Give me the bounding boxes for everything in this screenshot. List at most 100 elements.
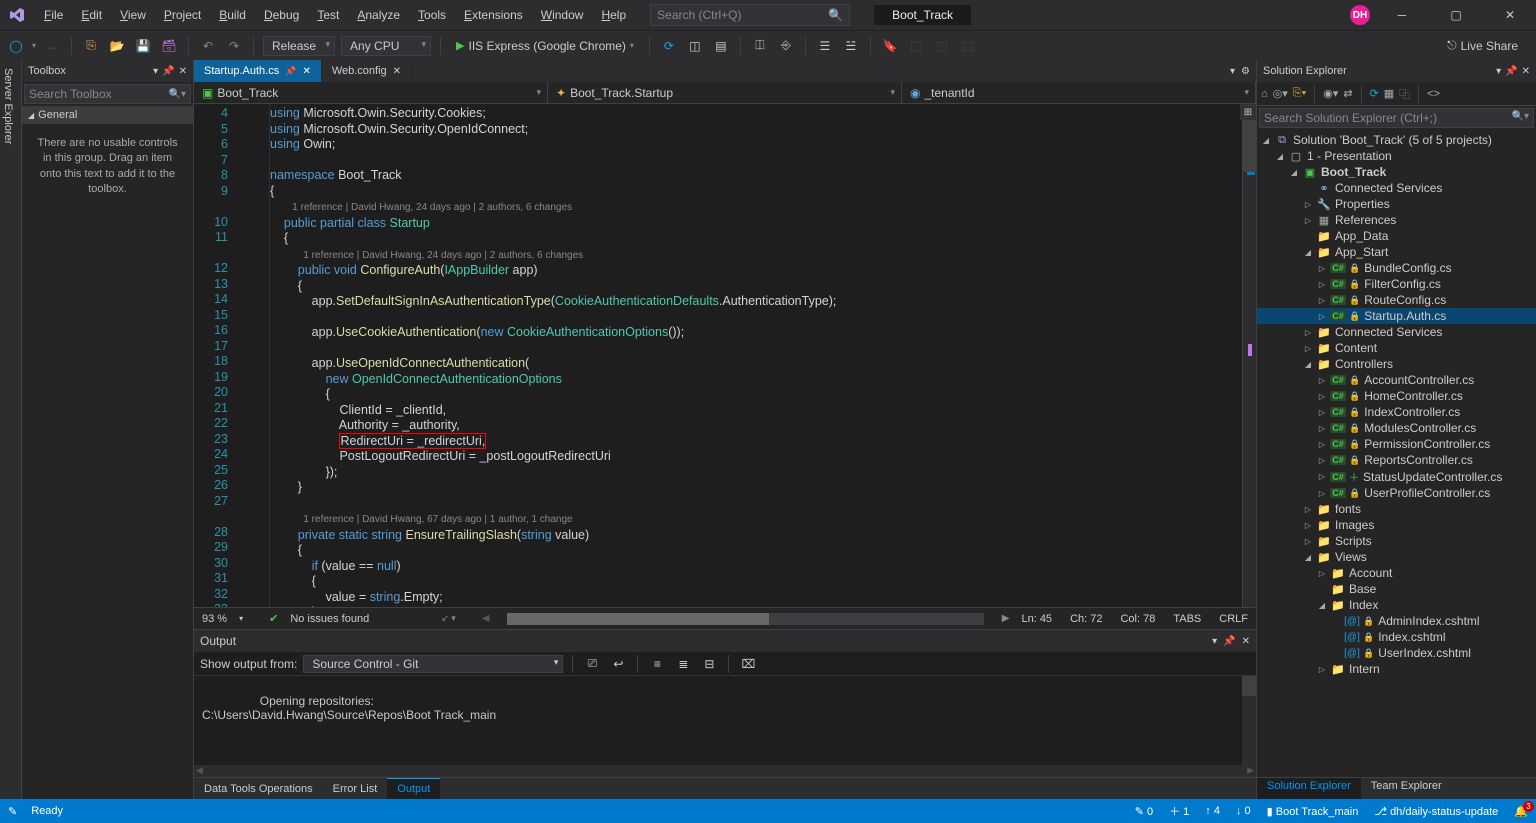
expand-arrow[interactable]: ▷ <box>1317 440 1327 449</box>
expand-arrow[interactable]: ▷ <box>1303 521 1313 530</box>
close-button[interactable]: ✕ <box>1488 1 1532 29</box>
close-icon[interactable]: ✕ <box>302 66 310 77</box>
undo-button[interactable]: ↶ <box>198 36 218 56</box>
back-button[interactable]: ◯ <box>6 36 26 56</box>
repo-indicator[interactable]: ▮ Boot Track_main <box>1267 805 1359 818</box>
panel-close-icon[interactable]: ✕ <box>1522 66 1530 77</box>
output-indent1-button[interactable]: ≡ <box>647 654 667 674</box>
tree-node-FilterConfig-cs[interactable]: ▷C#🔒FilterConfig.cs <box>1257 276 1536 292</box>
collapse-icon[interactable]: ◎▾ <box>1273 87 1288 100</box>
panel-dropdown-icon[interactable]: ▾ <box>1496 66 1501 77</box>
refresh-icon[interactable]: ⟳ <box>1370 87 1379 100</box>
expand-arrow[interactable]: ◢ <box>1303 360 1313 369</box>
panel-pin-icon[interactable]: 📌 <box>1223 636 1235 647</box>
output-source-dropdown[interactable]: Source Control - Git <box>303 655 563 673</box>
save-button[interactable]: 💾 <box>133 36 153 56</box>
branch-indicator[interactable]: ⎇ dh/daily-status-update <box>1374 805 1498 818</box>
panel-close-icon[interactable]: ✕ <box>1242 636 1250 647</box>
toolbox-group-general[interactable]: ◢ General <box>22 106 193 124</box>
expand-arrow[interactable]: ▷ <box>1303 328 1313 337</box>
tabs-dropdown-icon[interactable]: ▾ <box>1230 66 1235 77</box>
expand-arrow[interactable]: ▷ <box>1317 312 1327 321</box>
tree-node-Startup-Auth-cs[interactable]: ▷C#🔒Startup.Auth.cs <box>1257 308 1536 324</box>
feedback-icon[interactable]: ✎ <box>8 805 17 818</box>
code-editor[interactable]: 456789 1011 1213141516171819202122232425… <box>194 104 1256 607</box>
issues-status[interactable]: No issues found <box>290 613 369 625</box>
menu-help[interactable]: Help <box>593 4 634 26</box>
tree-node-AccountController-cs[interactable]: ▷C#🔒AccountController.cs <box>1257 372 1536 388</box>
split-button[interactable]: ⊞ <box>1240 104 1256 120</box>
expand-arrow[interactable]: ◢ <box>1303 553 1313 562</box>
menu-tools[interactable]: Tools <box>410 4 454 26</box>
bottom-tab-data-tools-operations[interactable]: Data Tools Operations <box>194 778 323 799</box>
tree-node-BundleConfig-cs[interactable]: ▷C#🔒BundleConfig.cs <box>1257 260 1536 276</box>
platform-dropdown[interactable]: Any CPU <box>341 36 431 56</box>
tree-node-1-Presentation[interactable]: ◢▢1 - Presentation <box>1257 148 1536 164</box>
bookmark-button[interactable]: 🔖 <box>880 36 900 56</box>
expand-arrow[interactable]: ▷ <box>1317 424 1327 433</box>
output-indent2-button[interactable]: ≣ <box>673 654 693 674</box>
down-count[interactable]: ↓ 0 <box>1236 805 1251 817</box>
doc-tab-Web-config[interactable]: Web.config✕ <box>322 60 412 82</box>
showall-icon[interactable]: ▦ <box>1384 87 1394 100</box>
explorer-tab-solution-explorer[interactable]: Solution Explorer <box>1257 778 1361 799</box>
tree-node-Properties[interactable]: ▷🔧Properties <box>1257 196 1536 212</box>
adds-count[interactable]: ＋ 1 <box>1169 803 1189 819</box>
expand-arrow[interactable]: ▷ <box>1303 505 1313 514</box>
solution-tree[interactable]: ◢⧉Solution 'Boot_Track' (5 of 5 projects… <box>1257 130 1536 777</box>
bottom-tab-error-list[interactable]: Error List <box>323 778 388 799</box>
expand-arrow[interactable]: ▷ <box>1317 456 1327 465</box>
toolbox-search[interactable]: Search Toolbox 🔍▾ <box>24 84 191 104</box>
notifications-button[interactable]: 🔔3 <box>1514 805 1528 818</box>
expand-arrow[interactable]: ◢ <box>1261 136 1271 145</box>
menu-test[interactable]: Test <box>309 4 347 26</box>
expand-arrow[interactable]: ▷ <box>1317 569 1327 578</box>
properties-icon[interactable]: <> <box>1427 88 1440 100</box>
tree-node--b-Boot_Track-b-[interactable]: ◢▣Boot_Track <box>1257 164 1536 180</box>
tabs-gear-icon[interactable]: ⚙ <box>1241 66 1250 77</box>
fold-gutter[interactable] <box>242 104 256 607</box>
expand-arrow[interactable]: ▷ <box>1317 408 1327 417</box>
nesting-icon[interactable]: ⇄ <box>1343 87 1352 100</box>
expand-arrow[interactable]: ▷ <box>1317 665 1327 674</box>
horizontal-scrollbar[interactable] <box>507 613 983 625</box>
redo-button[interactable]: ↷ <box>224 36 244 56</box>
tree-node-HomeController-cs[interactable]: ▷C#🔒HomeController.cs <box>1257 388 1536 404</box>
tree-node-AdminIndex-cshtml[interactable]: [@]🔒AdminIndex.cshtml <box>1257 613 1536 629</box>
panel-pin-icon[interactable]: 📌 <box>1505 66 1517 77</box>
sync-icon[interactable]: ⎘▾ <box>1293 87 1306 100</box>
vertical-scrollbar[interactable] <box>1242 104 1256 607</box>
tree-node-Base[interactable]: 📁Base <box>1257 581 1536 597</box>
tab-button-2[interactable]: ⎆ <box>776 36 796 56</box>
zoom-level[interactable]: 93 % <box>202 613 227 625</box>
explorer-tab-team-explorer[interactable]: Team Explorer <box>1361 778 1452 799</box>
output-clear2-button[interactable]: ⌧ <box>738 654 758 674</box>
maximize-button[interactable]: ▢ <box>1434 1 1478 29</box>
tree-node-ReportsController-cs[interactable]: ▷C#🔒ReportsController.cs <box>1257 452 1536 468</box>
tree-node-Connected-Services[interactable]: ⚭Connected Services <box>1257 180 1536 196</box>
expand-arrow[interactable]: ▷ <box>1317 489 1327 498</box>
expand-arrow[interactable]: ◢ <box>1317 601 1327 610</box>
save-all-button[interactable]: 🗃 <box>159 36 179 56</box>
tree-node-Account[interactable]: ▷📁Account <box>1257 565 1536 581</box>
code-body[interactable]: using Microsoft.Owin.Security.Cookies;us… <box>270 104 1256 607</box>
tree-node-Intern[interactable]: ▷📁Intern <box>1257 661 1536 677</box>
panel-pin-icon[interactable]: 📌 <box>162 66 174 77</box>
expand-arrow[interactable]: ▷ <box>1317 264 1327 273</box>
search-box[interactable]: Search (Ctrl+Q) 🔍 <box>650 4 850 26</box>
expand-arrow[interactable]: ▷ <box>1317 280 1327 289</box>
indent-button-1[interactable]: ☰ <box>815 36 835 56</box>
tree-node-PermissionController-cs[interactable]: ▷C#🔒PermissionController.cs <box>1257 436 1536 452</box>
pin-icon[interactable]: 📌 <box>285 66 296 77</box>
expand-arrow[interactable]: ▷ <box>1303 537 1313 546</box>
browser-link-button[interactable]: ⟳ <box>659 36 679 56</box>
panel-close-icon[interactable]: ✕ <box>179 66 187 77</box>
tree-node-fonts[interactable]: ▷📁fonts <box>1257 501 1536 517</box>
tree-node-Controllers[interactable]: ◢📁Controllers <box>1257 356 1536 372</box>
tree-node-Connected-Services[interactable]: ▷📁Connected Services <box>1257 324 1536 340</box>
panel-dropdown-icon[interactable]: ▾ <box>1212 636 1217 647</box>
menu-file[interactable]: File <box>36 4 71 26</box>
expand-arrow[interactable]: ▷ <box>1317 376 1327 385</box>
up-count[interactable]: ↑ 4 <box>1205 805 1220 817</box>
menu-view[interactable]: View <box>112 4 154 26</box>
